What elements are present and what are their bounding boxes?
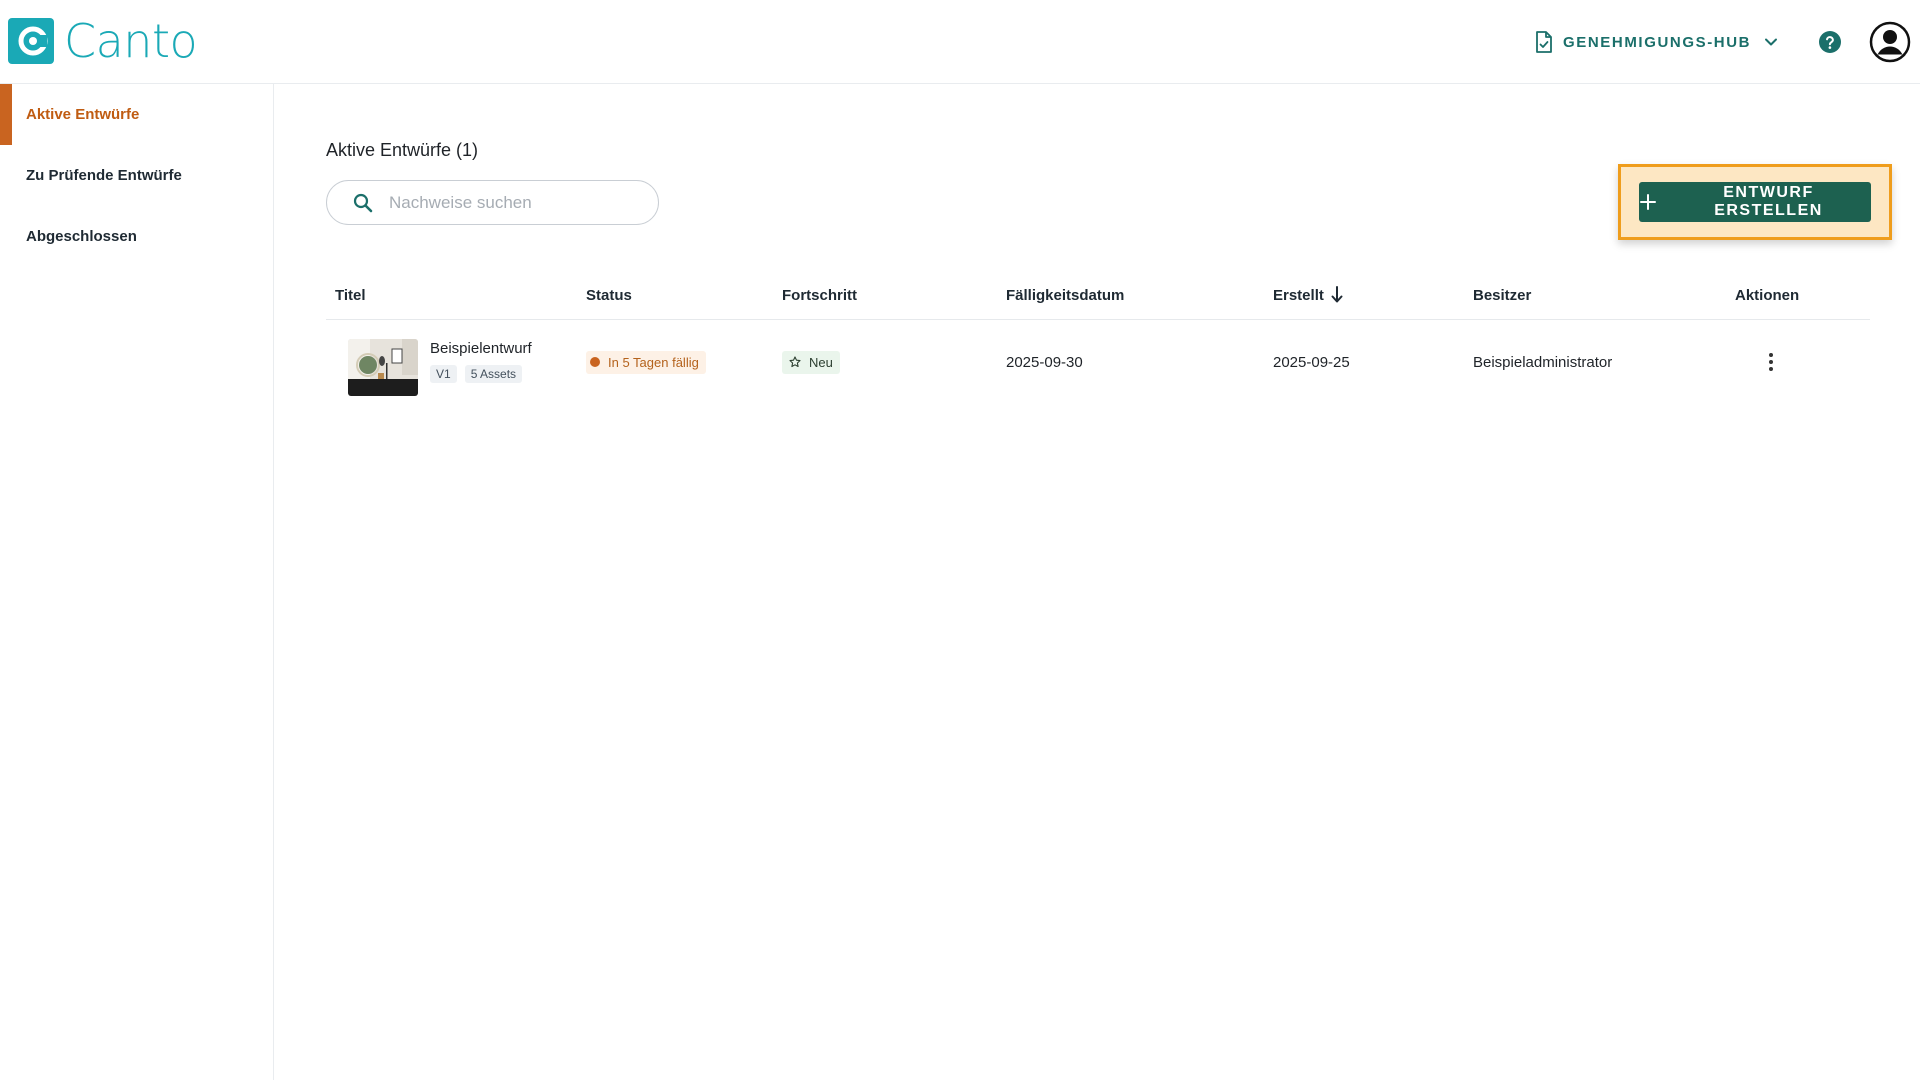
sidebar-nav: Aktive Entwürfe Zu Prüfende Entwürfe Abg…: [0, 84, 274, 1080]
help-icon: [1819, 31, 1841, 53]
column-label: Besitzer: [1473, 286, 1532, 304]
column-label: Fälligkeitsdatum: [1006, 286, 1125, 304]
more-vertical-icon: [1769, 353, 1773, 371]
column-title[interactable]: Titel: [335, 270, 366, 320]
draft-title[interactable]: Beispielentwurf: [430, 340, 532, 357]
create-draft-highlight: ENTWURF ERSTELLEN: [1618, 164, 1892, 240]
top-header: Canto GENEHMIGUNGS-HUB: [0, 0, 1920, 84]
create-draft-label: ENTWURF ERSTELLEN: [1714, 184, 1823, 219]
asset-count-badge: 5 Assets: [464, 365, 523, 383]
help-button[interactable]: [1814, 26, 1846, 58]
sort-arrow-down-icon: [1331, 286, 1343, 303]
status-badge: In 5 Tagen fällig: [586, 350, 706, 374]
column-label: Erstellt: [1273, 286, 1324, 304]
column-status[interactable]: Status: [586, 270, 632, 320]
plus-icon: [1640, 194, 1656, 210]
status-cell: In 5 Tagen fällig: [586, 321, 706, 403]
sidebar-item-label: Aktive Entwürfe: [26, 106, 140, 123]
sidebar-item-label: Abgeschlossen: [26, 228, 137, 245]
column-actions: Aktionen: [1735, 270, 1799, 320]
sidebar-item-drafts-to-review[interactable]: Zu Prüfende Entwürfe: [0, 145, 273, 206]
chevron-down-icon: [1765, 38, 1778, 46]
page-title: Aktive Entwürfe (1): [326, 140, 479, 160]
sidebar-item-label: Zu Prüfende Entwürfe: [26, 167, 182, 184]
column-label: Aktionen: [1735, 286, 1800, 304]
actions-cell: [1759, 321, 1783, 403]
progress-cell: Neu: [782, 321, 840, 403]
column-label: Status: [586, 286, 632, 304]
approval-hub-label: GENEHMIGUNGS-HUB: [1563, 33, 1752, 51]
version-badge: V1: [430, 365, 457, 383]
table-row[interactable]: Beispielentwurf V1 5 Assets In 5 Tagen f…: [326, 321, 1870, 403]
column-label: Titel: [335, 286, 366, 304]
created-date: 2025-09-25: [1273, 353, 1350, 371]
brand-name: Canto: [64, 14, 198, 68]
status-text: In 5 Tagen fällig: [608, 354, 699, 370]
draft-thumbnail[interactable]: [348, 339, 418, 396]
user-profile-button[interactable]: [1868, 20, 1912, 64]
column-label: Fortschritt: [782, 286, 857, 304]
progress-text: Neu: [809, 354, 833, 370]
sidebar-item-active-drafts[interactable]: Aktive Entwürfe: [0, 84, 273, 145]
sidebar-item-completed[interactable]: Abgeschlossen: [0, 206, 273, 267]
star-icon: [789, 356, 801, 368]
owner-cell: Beispieladministrator: [1473, 321, 1612, 403]
search-icon: [353, 193, 373, 212]
approval-hub-switcher[interactable]: GENEHMIGUNGS-HUB: [1535, 26, 1781, 58]
canto-logo-icon: [8, 18, 54, 64]
draft-title-block: Beispielentwurf V1 5 Assets: [430, 340, 532, 383]
table-header: Titel Status Fortschritt Fälligkeitsdatu…: [326, 270, 1870, 320]
search-input[interactable]: [389, 192, 639, 213]
due-date-cell: 2025-09-30: [1006, 321, 1083, 403]
column-due-date[interactable]: Fälligkeitsdatum: [1006, 270, 1124, 320]
progress-badge: Neu: [782, 350, 840, 374]
document-check-icon: [1536, 31, 1552, 53]
column-progress[interactable]: Fortschritt: [782, 270, 857, 320]
column-owner[interactable]: Besitzer: [1473, 270, 1531, 320]
column-created[interactable]: Erstellt: [1273, 270, 1344, 320]
canto-logo[interactable]: Canto: [8, 14, 198, 68]
user-avatar-icon: [1869, 21, 1911, 63]
due-date: 2025-09-30: [1006, 353, 1083, 371]
created-date-cell: 2025-09-25: [1273, 321, 1350, 403]
create-draft-button[interactable]: ENTWURF ERSTELLEN: [1639, 182, 1871, 222]
search-box[interactable]: [326, 180, 659, 225]
main-content: Aktive Entwürfe (1) ENTWURF ERSTELLEN Ti…: [274, 84, 1920, 1080]
owner-name: Beispieladministrator: [1473, 353, 1613, 371]
row-actions-button[interactable]: [1759, 350, 1783, 374]
draft-thumbnail-image: [348, 339, 418, 396]
status-dot-icon: [590, 357, 600, 367]
